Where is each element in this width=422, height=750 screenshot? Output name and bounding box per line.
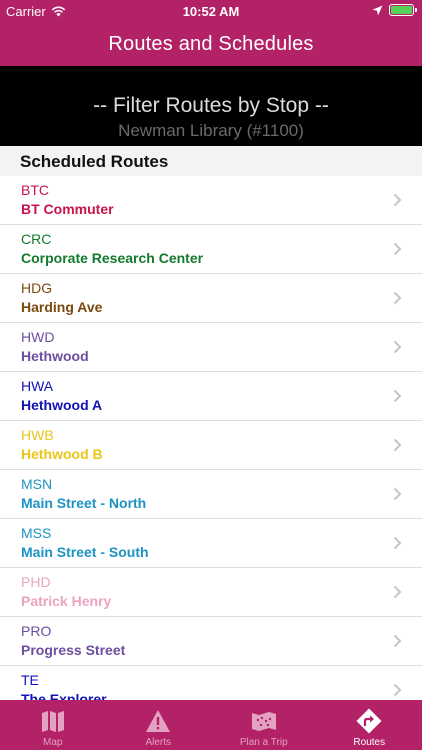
- chevron-right-icon: [393, 585, 402, 599]
- tab-label: Map: [43, 737, 63, 748]
- status-time: 10:52 AM: [182, 4, 240, 19]
- tab-bar: Map Alerts Plan a Trip Routes: [0, 700, 422, 750]
- route-row[interactable]: HWD Hethwood: [0, 323, 422, 372]
- tab-alerts[interactable]: Alerts: [106, 700, 212, 750]
- route-code: PRO: [21, 623, 52, 639]
- route-code: HWA: [21, 378, 54, 394]
- chevron-right-icon: [393, 291, 402, 305]
- filter-title: -- Filter Routes by Stop --: [93, 94, 329, 117]
- route-name: The Explorer: [21, 691, 107, 700]
- route-list[interactable]: BTC BT Commuter CRC Corporate Research Cent…: [0, 176, 422, 700]
- stop-filter-picker[interactable]: -- Filter Routes by Stop -- Newman Libra…: [0, 66, 422, 146]
- route-name: Hethwood B: [21, 446, 103, 462]
- route-row[interactable]: MSN Main Street - North: [0, 470, 422, 519]
- nav-bar: Routes and Schedules: [0, 22, 422, 66]
- route-code: CRC: [21, 231, 52, 247]
- chevron-right-icon: [393, 487, 402, 501]
- chevron-right-icon: [393, 438, 402, 452]
- page-title: Routes and Schedules: [108, 32, 314, 55]
- route-name: Harding Ave: [21, 299, 103, 315]
- route-name: Main Street - North: [21, 495, 147, 511]
- chevron-right-icon: [393, 340, 402, 354]
- route-code: PHD: [21, 574, 51, 590]
- route-code: HDG: [21, 280, 53, 296]
- route-name: Main Street - South: [21, 544, 149, 560]
- route-row[interactable]: PRO Progress Street: [0, 617, 422, 666]
- route-name: Progress Street: [21, 642, 126, 658]
- tab-label: Plan a Trip: [239, 737, 288, 748]
- status-bar: Carrier 10:52 AM: [0, 0, 422, 22]
- route-row[interactable]: MSS Main Street - South: [0, 519, 422, 568]
- route-row[interactable]: TE The Explorer: [0, 666, 422, 700]
- route-name: Corporate Research Center: [21, 250, 204, 266]
- tab-label: Routes: [353, 737, 386, 748]
- tab-routes[interactable]: Routes: [317, 700, 422, 750]
- route-row[interactable]: HWB Hethwood B: [0, 421, 422, 470]
- routes-icon: [356, 708, 382, 734]
- chevron-right-icon: [393, 193, 402, 207]
- route-name: BT Commuter: [21, 201, 114, 217]
- battery-icon: [389, 4, 417, 16]
- route-name: Patrick Henry: [21, 593, 112, 609]
- route-code: TE: [21, 672, 39, 688]
- route-code: HWB: [21, 427, 54, 443]
- tab-label: Alerts: [145, 737, 172, 748]
- route-code: MSN: [21, 476, 53, 492]
- route-row[interactable]: HWA Hethwood A: [0, 372, 422, 421]
- section-title: Scheduled Routes: [20, 152, 169, 171]
- route-code: HWD: [21, 329, 55, 345]
- tab-plan-a-trip[interactable]: Plan a Trip: [211, 700, 317, 750]
- route-code: MSS: [21, 525, 52, 541]
- route-row[interactable]: CRC Corporate Research Center: [0, 225, 422, 274]
- route-row[interactable]: PHD Patrick Henry: [0, 568, 422, 617]
- map-icon: [41, 711, 64, 732]
- route-code: BTC: [21, 182, 49, 198]
- route-name: Hethwood A: [21, 397, 103, 413]
- chevron-right-icon: [393, 634, 402, 648]
- section-header: Scheduled Routes: [0, 146, 422, 176]
- route-row[interactable]: BTC BT Commuter: [0, 176, 422, 225]
- tab-map[interactable]: Map: [0, 700, 106, 750]
- filter-selected-stop: Newman Library (#1100): [118, 121, 304, 140]
- route-row[interactable]: HDG Harding Ave: [0, 274, 422, 323]
- alert-icon: [146, 710, 171, 732]
- plan-trip-icon: [251, 712, 276, 731]
- location-arrow-icon: [372, 5, 383, 15]
- route-name: Hethwood: [21, 348, 89, 364]
- chevron-right-icon: [393, 389, 402, 403]
- chevron-right-icon: [393, 683, 402, 697]
- status-right-group: [372, 4, 417, 16]
- chevron-right-icon: [393, 536, 402, 550]
- chevron-right-icon: [393, 242, 402, 256]
